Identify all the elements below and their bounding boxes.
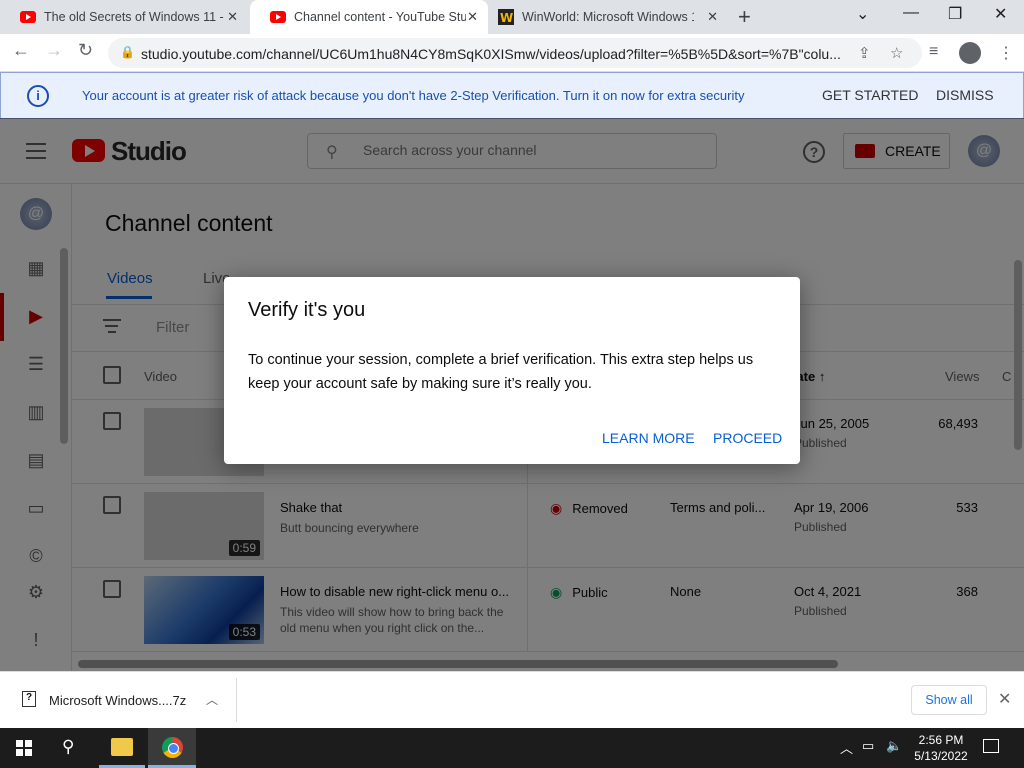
tab-title: WinWorld: Microsoft Windows 1 — [522, 10, 694, 24]
share-icon[interactable]: ⇪ — [858, 44, 871, 62]
restore-icon[interactable]: ❐ — [948, 4, 962, 24]
clock-date: 5/13/2022 — [914, 749, 968, 763]
network-icon[interactable]: ▭ — [862, 738, 874, 754]
dialog-body: To continue your session, complete a bri… — [248, 352, 754, 392]
back-icon[interactable]: ← — [12, 40, 30, 61]
close-tab-icon[interactable]: ✕ — [227, 9, 238, 25]
file-icon — [22, 691, 36, 707]
file-explorer-icon[interactable] — [111, 738, 133, 756]
download-filename[interactable]: Microsoft Windows....7z — [49, 693, 186, 708]
dialog-title: Verify it's you — [248, 299, 366, 321]
search-icon[interactable]: ⚲ — [62, 737, 74, 757]
minimize-icon[interactable]: — — [903, 4, 919, 22]
browser-tab-winworld[interactable]: W WinWorld: Microsoft Windows 1 ✕ — [490, 0, 728, 34]
browser-tab-channel-content[interactable]: Channel content - YouTube Studio ✕ — [250, 0, 488, 34]
new-tab-icon[interactable]: + — [738, 4, 751, 30]
banner-message: Your account is at greater risk of attac… — [82, 88, 745, 103]
youtube-favicon-icon — [20, 11, 36, 23]
notification-icon[interactable] — [983, 739, 999, 753]
security-banner: i Your account is at greater risk of att… — [0, 72, 1024, 119]
svg-text:W: W — [500, 11, 513, 25]
browser-tab-secrets[interactable]: The old Secrets of Windows 11 - ✕ — [0, 0, 248, 34]
tab-search-chevron-icon[interactable]: ⌄ — [856, 4, 869, 24]
close-tab-icon[interactable]: ✕ — [467, 9, 478, 25]
dismiss-button[interactable]: DISMISS — [936, 87, 994, 103]
browser-menu-icon[interactable]: ⋮ — [998, 43, 1014, 63]
download-shelf: Microsoft Windows....7z ︿ Show all ✕ — [0, 671, 1024, 728]
system-clock[interactable]: 2:56 PM 5/13/2022 — [912, 732, 970, 764]
learn-more-button[interactable]: LEARN MORE — [602, 430, 695, 446]
profile-avatar-icon[interactable] — [959, 42, 981, 64]
info-icon: i — [27, 85, 49, 107]
tray-chevron-icon[interactable]: ︿ — [840, 738, 853, 757]
bookmark-star-icon[interactable]: ☆ — [890, 44, 903, 62]
windows-taskbar: ⚲ ︿ ▭ 🔈 2:56 PM 5/13/2022 — [0, 728, 1024, 768]
get-started-button[interactable]: GET STARTED — [822, 87, 918, 103]
browser-tab-strip: The old Secrets of Windows 11 - ✕ Channe… — [0, 0, 1024, 34]
show-all-button[interactable]: Show all — [911, 685, 987, 715]
forward-icon[interactable]: → — [45, 40, 63, 61]
address-bar[interactable]: 🔒 studio.youtube.com/channel/UC6Um1hu8N4… — [108, 38, 922, 68]
volume-icon[interactable]: 🔈 — [886, 738, 902, 754]
tab-title: Channel content - YouTube Studio — [294, 10, 466, 24]
winworld-favicon-icon: W — [498, 9, 514, 25]
window-close-icon[interactable]: ✕ — [994, 4, 1007, 24]
reload-icon[interactable]: ↻ — [78, 40, 93, 61]
url-text[interactable]: studio.youtube.com/channel/UC6Um1hu8N4CY… — [141, 46, 841, 62]
close-tab-icon[interactable]: ✕ — [707, 9, 718, 25]
chevron-up-icon[interactable]: ︿ — [206, 691, 218, 708]
windows-start-icon[interactable] — [16, 740, 32, 756]
tab-title: The old Secrets of Windows 11 - — [44, 10, 224, 24]
clock-time: 2:56 PM — [918, 733, 964, 747]
divider — [236, 678, 237, 722]
reading-list-icon[interactable]: ≡ — [929, 43, 938, 61]
proceed-button[interactable]: PROCEED — [713, 430, 782, 446]
close-shelf-icon[interactable]: ✕ — [998, 689, 1011, 709]
youtube-favicon-icon — [270, 11, 286, 23]
lock-icon[interactable]: 🔒 — [120, 45, 135, 59]
browser-toolbar: ← → ↻ 🔒 studio.youtube.com/channel/UC6Um… — [0, 34, 1024, 72]
verify-dialog: Verify it's you To continue your session… — [224, 277, 800, 464]
chrome-icon[interactable] — [162, 737, 183, 758]
